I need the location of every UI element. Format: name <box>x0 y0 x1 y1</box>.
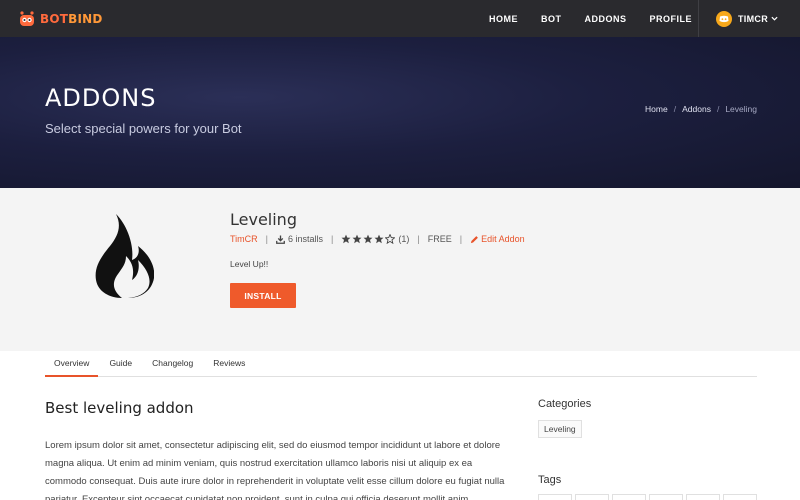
meta-separator: | <box>331 234 334 244</box>
content-title: Best leveling addon <box>45 399 194 417</box>
flame-icon <box>95 214 154 298</box>
star-filled-icon <box>374 234 384 244</box>
user-avatar <box>716 10 732 27</box>
star-empty-icon <box>385 234 396 244</box>
user-menu[interactable]: TIMCR <box>716 0 778 37</box>
breadcrumb-current: Leveling <box>725 104 757 114</box>
author-link[interactable]: TimCR <box>230 234 258 244</box>
main-nav: HOME BOT ADDONS PROFILE <box>489 0 715 37</box>
brand-name: BOTBIND <box>40 12 103 26</box>
star-filled-icon <box>363 234 373 244</box>
categories-heading: Categories <box>538 398 592 410</box>
brand-name-part1: BOT <box>40 12 69 26</box>
addon-info: Leveling TimCR | 6 installs | (1) | FREE… <box>0 188 800 351</box>
tab-changelog[interactable]: Changelog <box>143 351 202 377</box>
tab-reviews[interactable]: Reviews <box>204 351 254 377</box>
tag-item[interactable] <box>723 494 757 500</box>
star-filled-icon <box>352 234 362 244</box>
install-count: 6 installs <box>288 234 324 244</box>
tag-item[interactable] <box>575 494 609 500</box>
page-subtitle: Select special powers for your Bot <box>45 121 242 136</box>
chevron-down-icon <box>771 16 778 21</box>
meta-separator: | <box>265 234 269 244</box>
edit-addon-link[interactable]: Edit Addon <box>470 234 525 244</box>
download-icon <box>276 234 285 244</box>
tag-item[interactable] <box>686 494 720 500</box>
tag-item[interactable] <box>649 494 683 500</box>
tab-overview[interactable]: Overview <box>45 351 99 377</box>
breadcrumb-separator: / <box>716 104 720 114</box>
price-label: FREE <box>427 234 452 244</box>
brand-name-part2: BIND <box>68 12 103 26</box>
meta-separator: | <box>459 234 463 244</box>
pencil-icon <box>470 235 478 243</box>
user-name: TIMCR <box>738 13 768 24</box>
tab-guide[interactable]: Guide <box>100 351 141 377</box>
brand-logo[interactable]: BOTBIND <box>18 8 103 30</box>
nav-divider <box>698 0 699 37</box>
addon-name: Leveling <box>230 210 297 229</box>
content-body: Lorem ipsum dolor sit amet, consectetur … <box>45 440 505 500</box>
tag-item[interactable] <box>612 494 646 500</box>
tag-list <box>538 494 760 500</box>
rating-count: (1) <box>398 234 410 244</box>
addon-tagline: Level Up!! <box>230 259 269 269</box>
rating-stars <box>341 234 396 244</box>
meta-separator: | <box>417 234 420 244</box>
hero-banner: ADDONS Select special powers for your Bo… <box>0 37 800 188</box>
star-filled-icon <box>341 234 351 244</box>
nav-addons[interactable]: ADDONS <box>585 14 627 24</box>
breadcrumb: Home / Addons / Leveling <box>645 104 757 114</box>
install-button[interactable]: INSTALL <box>230 283 296 308</box>
breadcrumb-separator: / <box>673 104 677 114</box>
nav-bot[interactable]: BOT <box>541 14 562 24</box>
addon-tabs: Overview Guide Changelog Reviews <box>45 351 757 377</box>
discord-icon <box>719 15 729 22</box>
bot-logo-icon <box>20 11 34 26</box>
edit-addon-label: Edit Addon <box>481 234 525 244</box>
page-title: ADDONS <box>45 84 157 112</box>
tags-heading: Tags <box>538 474 562 486</box>
breadcrumb-addons[interactable]: Addons <box>682 104 711 114</box>
nav-profile[interactable]: PROFILE <box>650 14 693 24</box>
top-navbar: BOTBIND HOME BOT ADDONS PROFILE TIMCR <box>0 0 800 37</box>
addon-meta: TimCR | 6 installs | (1) | FREE | Edit A… <box>230 233 525 245</box>
breadcrumb-home[interactable]: Home <box>645 104 668 114</box>
tag-item[interactable] <box>538 494 572 500</box>
nav-home[interactable]: HOME <box>489 14 518 24</box>
category-tag[interactable]: Leveling <box>538 420 582 438</box>
